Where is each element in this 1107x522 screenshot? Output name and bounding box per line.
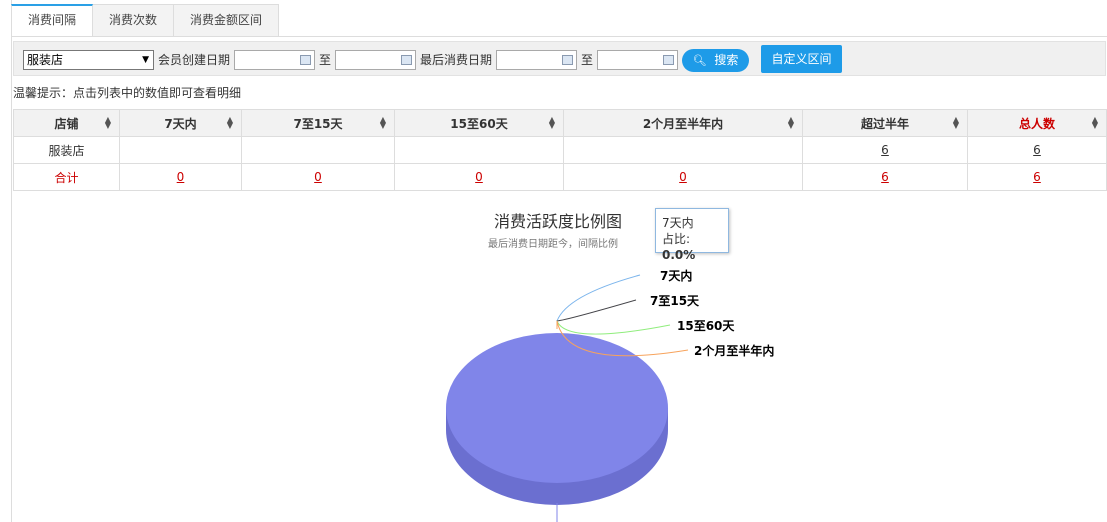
pie-label-0: 7天内 [660, 268, 692, 283]
pie-label-1: 7至15天 [650, 294, 700, 308]
pie-chart: 7天内 7至15天 15至60天 2个月至半年内 [446, 268, 774, 522]
tooltip-value-line: 占比: 0.0% [662, 232, 696, 262]
pie-leader-line-2[interactable] [556, 320, 671, 335]
tooltip-value: 0.0% [662, 248, 696, 262]
pie-label-3: 2个月至半年内 [694, 343, 774, 358]
pie-leader-line-1[interactable] [556, 299, 637, 329]
chart-tooltip: 7天内 占比: 0.0% [655, 208, 729, 262]
pie-label-2: 15至60天 [677, 319, 735, 333]
tooltip-name: 7天内 [662, 216, 694, 230]
